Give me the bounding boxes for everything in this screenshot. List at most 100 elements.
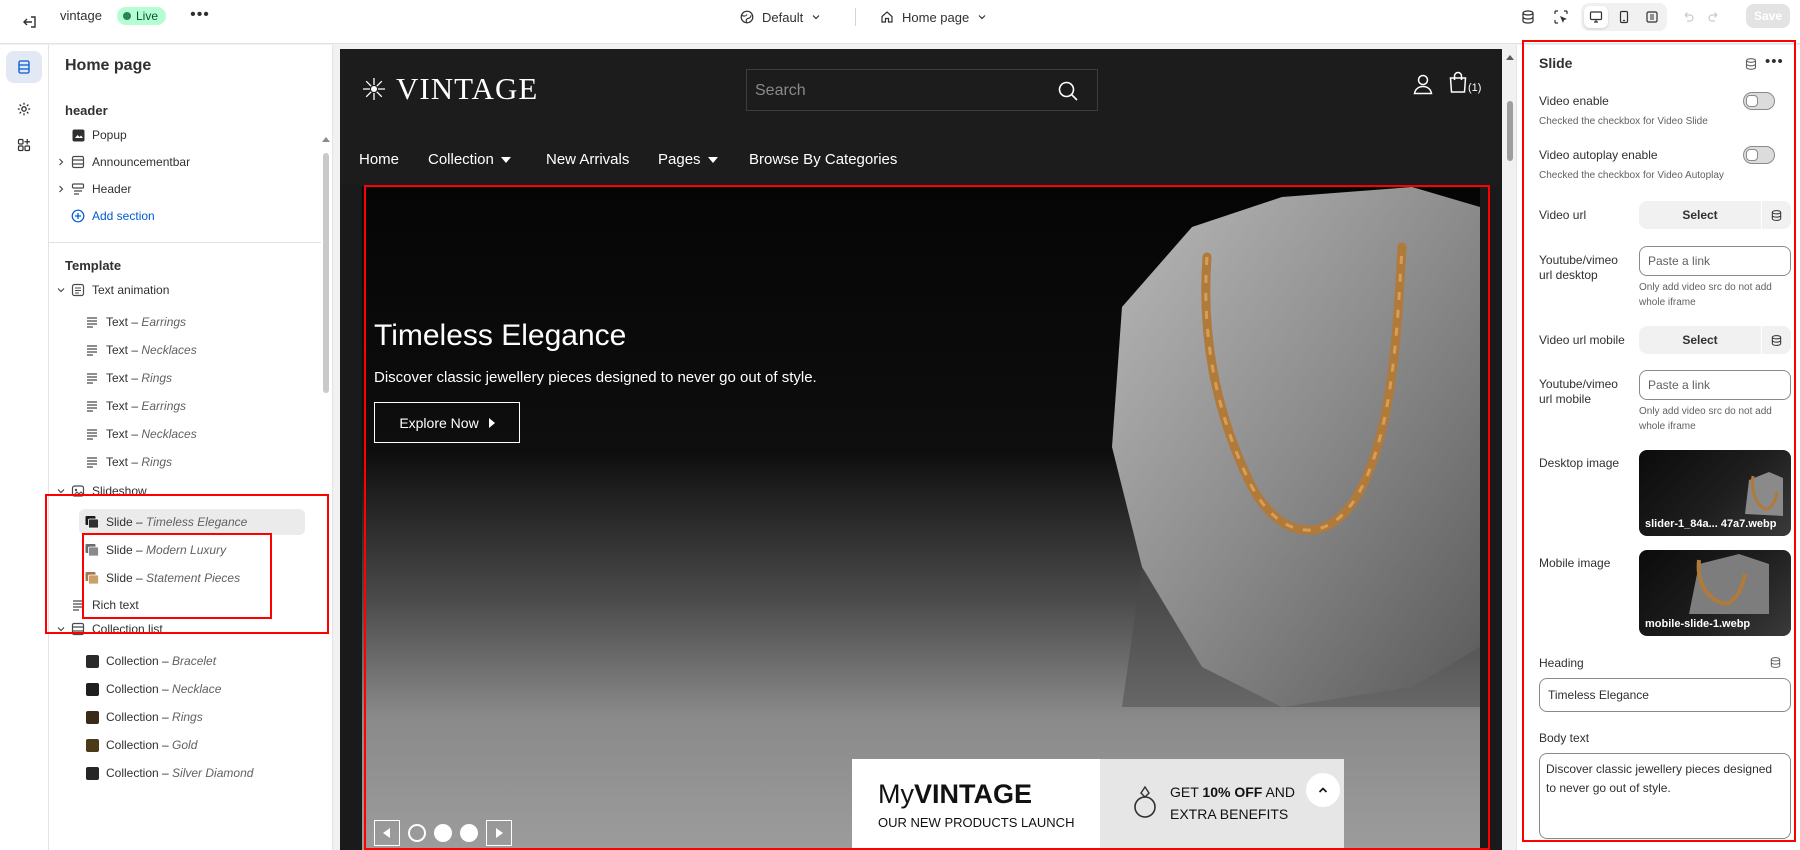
nav-new-arrivals[interactable]: New Arrivals [546, 151, 629, 168]
save-button[interactable]: Save [1746, 4, 1790, 28]
dynamic-source-icon[interactable] [1744, 57, 1758, 71]
dynamic-source-icon[interactable] [1769, 656, 1782, 669]
desktop-image-label: Desktop image [1539, 456, 1620, 470]
sidebar-block-slide-timeless-elegance[interactable]: Slide – Timeless Elegance [49, 509, 321, 535]
body-text-textarea[interactable]: Discover classic jewellery pieces design… [1539, 753, 1791, 839]
video-url-select[interactable]: Select [1639, 201, 1791, 229]
block-name: Silver Diamond [172, 766, 254, 780]
sidebar-block-text-earrings[interactable]: Text – Earrings [49, 393, 321, 419]
sidebar-block-collection-bracelet[interactable]: Collection – Bracelet [49, 648, 321, 674]
chevron-right-icon[interactable] [55, 156, 67, 168]
fullscreen-view-icon[interactable] [1640, 6, 1664, 28]
scroll-to-top-button[interactable] [1306, 773, 1340, 807]
sidebar-block-collection-gold[interactable]: Collection – Gold [49, 732, 321, 758]
theme-selector[interactable]: Default [740, 6, 821, 28]
nav-collection[interactable]: Collection [428, 151, 511, 168]
dynamic-source-icon[interactable] [1761, 326, 1791, 354]
yt-mobile-url-input[interactable]: Paste a link [1639, 370, 1791, 400]
sidebar-block-collection-rings[interactable]: Collection – Rings [49, 704, 321, 730]
redo-icon[interactable] [1702, 6, 1726, 28]
desktop-view-icon[interactable] [1584, 6, 1608, 28]
section-icon [71, 598, 85, 612]
promo-banner[interactable]: MyVINTAGE OUR NEW PRODUCTS LAUNCH GET 10… [852, 759, 1344, 850]
video-autoplay-toggle[interactable] [1743, 146, 1775, 164]
sections-icon[interactable] [6, 51, 42, 83]
slide-dot[interactable] [434, 824, 452, 842]
sidebar-block-text-rings[interactable]: Text – Rings [49, 449, 321, 475]
nav-browse-by-categories[interactable]: Browse By Categories [749, 151, 897, 168]
play-arrow-icon [488, 417, 495, 428]
heading-input[interactable]: Timeless Elegance [1539, 678, 1791, 712]
sidebar-item-collection-list[interactable]: Collection list [49, 616, 321, 642]
select-button-label[interactable]: Select [1639, 326, 1761, 354]
hero-slideshow[interactable]: Timeless Elegance Discover classic jewel… [362, 187, 1480, 850]
yt-desktop-url-input[interactable]: Paste a link [1639, 246, 1791, 276]
page-selector[interactable]: Home page [880, 6, 987, 28]
sidebar-block-text-necklaces[interactable]: Text – Necklaces [49, 421, 321, 447]
video-url-mobile-select[interactable]: Select [1639, 326, 1791, 354]
slide-dot[interactable] [408, 824, 426, 842]
scrollbar-thumb[interactable] [323, 153, 329, 393]
slideshow-icon [71, 484, 85, 498]
nav-home[interactable]: Home [359, 151, 399, 168]
block-prefix: Collection – [106, 710, 173, 724]
scroll-up-icon[interactable] [1506, 55, 1514, 60]
inspector-icon[interactable] [1549, 6, 1573, 28]
apps-icon[interactable] [6, 129, 42, 161]
block-prefix: Collection – [106, 738, 173, 752]
status-badge-label: Live [136, 9, 159, 23]
more-actions-button[interactable]: ••• [188, 6, 212, 26]
account-icon[interactable] [1412, 73, 1434, 95]
sidebar-block-collection-silver-diamond[interactable]: Collection – Silver Diamond [49, 760, 321, 786]
preview-scrollbar[interactable] [1504, 49, 1516, 850]
search-icon[interactable] [1057, 80, 1079, 102]
mobile-view-icon[interactable] [1612, 6, 1636, 28]
undo-icon[interactable] [1676, 6, 1700, 28]
sidebar-item-header[interactable]: Header [49, 176, 321, 202]
app-embeds-icon[interactable] [1516, 6, 1540, 28]
sidebar-block-slide-modern-luxury[interactable]: Slide – Modern Luxury [49, 537, 321, 563]
exit-icon[interactable] [16, 8, 44, 36]
scroll-up-icon[interactable] [322, 137, 330, 142]
desktop-image-picker[interactable]: slider-1_84a... 47a7.webp [1639, 450, 1791, 536]
sidebar-item-slideshow[interactable]: Slideshow [49, 478, 321, 504]
prev-slide-button[interactable] [374, 820, 400, 846]
scrollbar-thumb[interactable] [1507, 101, 1513, 161]
video-enable-toggle[interactable] [1743, 92, 1775, 110]
sidebar-block-text-earrings[interactable]: Text – Earrings [49, 309, 321, 335]
sidebar-block-text-necklaces[interactable]: Text – Necklaces [49, 337, 321, 363]
dynamic-source-icon[interactable] [1761, 201, 1791, 229]
plus-circle-icon [71, 209, 85, 223]
divider [855, 8, 856, 26]
add-section-button[interactable]: Add section [49, 203, 321, 229]
store-logo[interactable]: VINTAGE [362, 71, 538, 107]
sidebar-block-collection-necklace[interactable]: Collection – Necklace [49, 676, 321, 702]
sections-sidebar: Home page header Popup Announcementbar H… [49, 45, 333, 850]
sidebar-scrollbar[interactable] [321, 93, 331, 850]
sidebar-block-slide-statement-pieces[interactable]: Slide – Statement Pieces [49, 565, 321, 591]
nav-pages[interactable]: Pages [658, 151, 718, 168]
mobile-image-picker[interactable]: mobile-slide-1.webp [1639, 550, 1791, 636]
chevron-down-icon[interactable] [55, 623, 67, 635]
explore-now-button[interactable]: Explore Now [374, 402, 520, 443]
sidebar-item-announcementbar[interactable]: Announcementbar [49, 149, 321, 175]
settings-title: Slide [1539, 55, 1573, 71]
sidebar-item-rich-text[interactable]: Rich text [49, 592, 321, 618]
video-url-mobile-label: Video url mobile [1539, 333, 1625, 347]
next-slide-button[interactable] [486, 820, 512, 846]
slide-dot[interactable] [460, 824, 478, 842]
chevron-down-icon[interactable] [55, 284, 67, 296]
sidebar-block-text-rings[interactable]: Text – Rings [49, 365, 321, 391]
store-search-input[interactable]: Search [746, 69, 1098, 111]
sidebar-item-text-animation[interactable]: Text animation [49, 277, 321, 303]
select-button-label[interactable]: Select [1639, 201, 1761, 229]
chevron-right-icon[interactable] [55, 183, 67, 195]
sidebar-item-popup[interactable]: Popup [49, 122, 321, 148]
chevron-down-icon[interactable] [55, 485, 67, 497]
heading-label: Heading [1539, 656, 1584, 670]
video-autoplay-help: Checked the checkbox for Video Autoplay [1539, 170, 1724, 181]
more-options-icon[interactable]: ••• [1765, 53, 1784, 70]
block-prefix: Text – [106, 455, 142, 469]
theme-settings-icon[interactable] [6, 93, 42, 125]
cart-icon[interactable] [1448, 71, 1468, 93]
